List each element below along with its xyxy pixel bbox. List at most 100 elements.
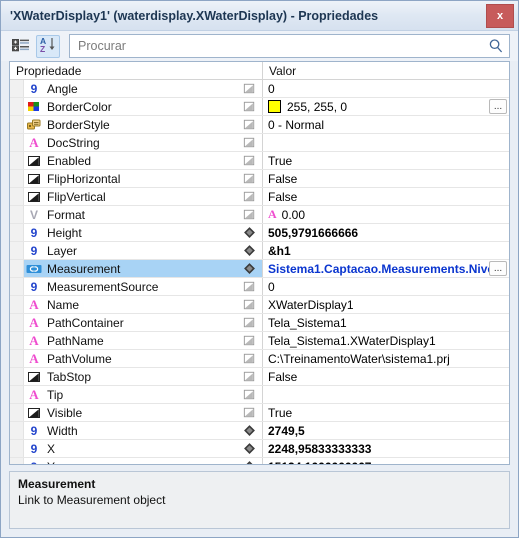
open-editor-ellipsis-button[interactable]: ... [489,99,507,114]
property-name-cell[interactable]: A Tip [10,386,263,403]
dynamic-binding-marker-icon[interactable] [241,243,257,259]
static-value-marker-icon[interactable] [241,333,257,349]
property-row[interactable]: A Tip [10,386,509,404]
property-row[interactable]: A Name XWaterDisplay1 [10,296,509,314]
property-value-cell[interactable]: Sistema1.Captacao.Measurements.Nivel... [263,260,509,277]
property-row[interactable]: 9 X 2248,95833333333 [10,440,509,458]
static-value-marker-icon[interactable] [241,117,257,133]
property-name-cell[interactable]: A Name [10,296,263,313]
property-row[interactable]: 9Y 15134,1666666667 [10,458,509,464]
property-name-cell[interactable]: 9X [10,440,263,457]
property-value-text: 505,9791666666 [268,225,359,240]
property-name-cell[interactable]: Measurement [10,260,263,277]
property-name-cell[interactable]: TabStop [10,368,263,385]
alphabetical-sort-button[interactable]: A Z [36,34,60,58]
property-value-cell[interactable]: 255, 255, 0... [263,98,509,115]
property-name-cell[interactable]: FlipHorizontal [10,170,263,187]
property-name-cell[interactable]: 9Y [10,458,263,464]
property-value-cell[interactable]: Tela_Sistema1.XWaterDisplay1 [263,332,509,349]
property-value-text: 0 - Normal [268,117,325,132]
static-value-marker-icon[interactable] [241,135,257,151]
property-row[interactable]: Visible True [10,404,509,422]
property-row[interactable]: Measurement Sistema1.Captacao.Measurement… [10,260,509,278]
property-value-cell[interactable] [263,134,509,151]
property-value-cell[interactable]: False [263,170,509,187]
property-value-cell[interactable]: A 0.00 [263,206,509,223]
static-value-marker-icon[interactable] [241,189,257,205]
property-value-cell[interactable]: C:\TreinamentoWater\sistema1.prj [263,350,509,367]
open-editor-ellipsis-button[interactable]: ... [489,261,507,276]
search-box[interactable] [69,34,510,58]
dynamic-binding-marker-icon[interactable] [241,261,257,277]
property-name-cell[interactable]: 9 Angle [10,80,263,97]
property-row[interactable]: V Format A 0.00 [10,206,509,224]
property-row[interactable]: A PathContainer Tela_Sistema1 [10,314,509,332]
property-name-cell[interactable]: A PathContainer [10,314,263,331]
property-value-cell[interactable]: 2248,95833333333 [263,440,509,457]
property-value-cell[interactable] [263,386,509,403]
categorized-view-button[interactable] [9,35,33,58]
property-value-cell[interactable]: False [263,368,509,385]
dynamic-binding-marker-icon[interactable] [241,225,257,241]
property-value-cell[interactable]: 15134,1666666667 [263,458,509,464]
property-name-cell[interactable]: 9 Width [10,422,263,439]
property-row[interactable]: 9 Width 2749,5 [10,422,509,440]
property-name-cell[interactable]: 9 Layer [10,242,263,259]
property-name-cell[interactable]: A PathName [10,332,263,349]
property-name-cell[interactable]: A DocString [10,134,263,151]
property-row[interactable]: A PathName Tela_Sistema1.XWaterDisplay1 [10,332,509,350]
property-row[interactable]: BorderStyle 0 - Normal [10,116,509,134]
property-name-cell[interactable]: 9 MeasurementSource [10,278,263,295]
color-swatch[interactable] [268,100,281,113]
static-value-marker-icon[interactable] [241,99,257,115]
static-value-marker-icon[interactable] [241,153,257,169]
static-value-marker-icon[interactable] [241,315,257,331]
static-value-marker-icon[interactable] [241,387,257,403]
property-row[interactable]: A PathVolume C:\TreinamentoWater\sistema1.… [10,350,509,368]
property-row[interactable]: Enabled True [10,152,509,170]
static-value-marker-icon[interactable] [241,351,257,367]
property-value-cell[interactable]: False [263,188,509,205]
static-value-marker-icon[interactable] [241,207,257,223]
property-row[interactable]: 9 MeasurementSource 0 [10,278,509,296]
property-row[interactable]: A DocString [10,134,509,152]
property-row[interactable]: 9 Angle 0 [10,80,509,98]
property-value-cell[interactable]: 505,9791666666 [263,224,509,241]
property-value-cell[interactable]: 0 [263,278,509,295]
property-name-cell[interactable]: 9 Height [10,224,263,241]
search-input[interactable] [78,39,487,53]
property-value-cell[interactable]: 2749,5 [263,422,509,439]
property-row[interactable]: 9 Height 505,9791666666 [10,224,509,242]
property-row[interactable]: BorderColor 255, 255, 0... [10,98,509,116]
property-name-cell[interactable]: BorderStyle [10,116,263,133]
property-name-cell[interactable]: BorderColor [10,98,263,115]
property-name-cell[interactable]: V Format [10,206,263,223]
static-value-marker-icon[interactable] [241,405,257,421]
search-icon[interactable] [487,37,505,55]
property-value-cell[interactable]: XWaterDisplay1 [263,296,509,313]
dynamic-binding-marker-icon[interactable] [241,441,257,457]
dynamic-binding-marker-icon[interactable] [241,459,257,464]
close-button[interactable]: x [486,4,514,28]
static-value-marker-icon[interactable] [241,81,257,97]
property-name-cell[interactable]: A PathVolume [10,350,263,367]
property-name-cell[interactable]: Enabled [10,152,263,169]
dynamic-binding-marker-icon[interactable] [241,423,257,439]
property-row[interactable]: 9 Layer &h1 [10,242,509,260]
static-value-marker-icon[interactable] [241,369,257,385]
static-value-marker-icon[interactable] [241,279,257,295]
property-row[interactable]: TabStop False [10,368,509,386]
property-row[interactable]: FlipHorizontal False [10,170,509,188]
static-value-marker-icon[interactable] [241,171,257,187]
property-name-cell[interactable]: FlipVertical [10,188,263,205]
property-value-cell[interactable]: 0 - Normal [263,116,509,133]
property-value-cell[interactable]: 0 [263,80,509,97]
property-value-cell[interactable]: Tela_Sistema1 [263,314,509,331]
static-value-marker-icon[interactable] [241,297,257,313]
property-name-cell[interactable]: Visible [10,404,263,421]
property-value-cell[interactable]: True [263,152,509,169]
property-value-cell[interactable]: True [263,404,509,421]
property-value-cell[interactable]: &h1 [263,242,509,259]
property-row[interactable]: FlipVertical False [10,188,509,206]
description-pane: Measurement Link to Measurement object [9,471,510,529]
